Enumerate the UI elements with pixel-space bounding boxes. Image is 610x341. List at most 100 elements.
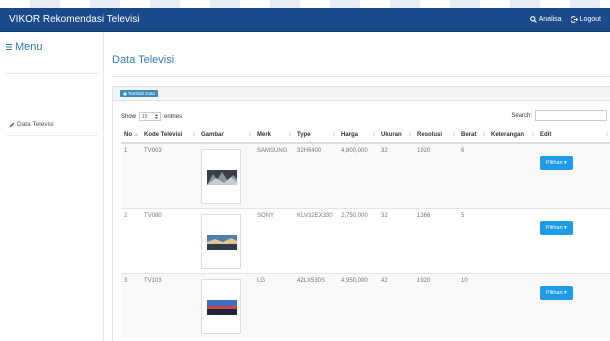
cell-keterangan	[488, 272, 537, 338]
tv-image	[201, 278, 241, 334]
cell-type: KLV32EX330	[294, 207, 338, 273]
menu-divider	[6, 73, 98, 74]
cell-kode: TV103	[141, 272, 198, 338]
pilihan-button[interactable]: Pilihan ▾	[540, 220, 573, 235]
cell-no: 2	[121, 207, 141, 273]
col-type[interactable]: Type ⇕	[294, 127, 338, 144]
pencil-icon	[9, 122, 15, 127]
add-data-label: Tambah Data	[128, 91, 155, 96]
analisa-label: Analisa	[538, 16, 562, 23]
sidebar-item-label: Data Televisi	[17, 121, 54, 128]
sort-icon: ⇕	[371, 132, 376, 138]
cell-berat: 6	[458, 142, 488, 208]
cell-berat: 10	[458, 272, 488, 338]
table-row: 2 TV080 SONY KLV32EX330 2,750,000 32 136…	[121, 207, 610, 273]
cell-no: 1	[121, 142, 141, 208]
search-input[interactable]	[535, 110, 607, 121]
sort-icon: ⇕	[331, 132, 336, 138]
col-resolusi[interactable]: Resolusi ⇕	[414, 127, 458, 144]
cell-keterangan	[488, 142, 537, 208]
col-gambar[interactable]: Gambar ⇕	[198, 127, 254, 144]
sort-icon: ⇕	[481, 132, 486, 138]
entries-select[interactable]: 10	[139, 112, 162, 121]
cell-no: 3	[121, 272, 141, 338]
sort-icon: ⇕	[407, 132, 412, 138]
logout-icon	[570, 16, 578, 23]
cell-berat: 5	[458, 207, 488, 273]
entries-label: entries	[164, 113, 183, 120]
brand-title[interactable]: VIKOR Rekomendasi Televisi	[0, 14, 530, 25]
sort-icon: ⇕	[451, 132, 456, 138]
logout-link[interactable]: Logout	[570, 16, 601, 23]
cell-edit: Pilihan ▾	[537, 142, 610, 208]
search-label: Search:	[511, 112, 532, 119]
sidebar: Menu Data Televisi	[0, 32, 104, 341]
cell-keterangan	[488, 207, 537, 273]
cell-edit: Pilihan ▾	[537, 207, 610, 273]
menu-title: Menu	[15, 41, 43, 53]
cell-ukuran: 42	[378, 272, 414, 338]
col-berat[interactable]: Berat ⇕	[458, 127, 488, 144]
cell-harga: 2,750,000	[338, 207, 378, 273]
search-control: Search:	[511, 110, 607, 121]
col-merk[interactable]: Merk ⇕	[254, 127, 294, 144]
add-data-button[interactable]: Tambah Data	[120, 90, 158, 97]
top-navbar: VIKOR Rekomendasi Televisi Analisa Logou…	[0, 8, 610, 32]
table-header-row: No ▲ Kode Televisi ⇕ Gambar ⇕ Merk ⇕ Type ⇕ H…	[121, 127, 610, 144]
sort-icon: ⇕	[530, 132, 535, 138]
sort-icon: ⇕	[247, 132, 252, 138]
col-harga[interactable]: Harga ⇕	[338, 127, 378, 144]
top-background-strip	[0, 0, 610, 8]
televisi-table: No ▲ Kode Televisi ⇕ Gambar ⇕ Merk ⇕ Type ⇕ H…	[121, 127, 610, 338]
table-controls: Show 10 entries Search:	[121, 110, 607, 122]
cell-type: 42LX530S	[294, 272, 338, 338]
tv-image	[201, 213, 241, 269]
entries-value: 10	[142, 113, 148, 120]
cell-harga: 4,800,000	[338, 142, 378, 208]
cell-type: 32H6400	[294, 142, 338, 208]
panel-header: Tambah Data	[113, 87, 610, 101]
cell-merk: SONY	[254, 207, 294, 273]
sort-icon: ⇕	[191, 132, 196, 138]
cell-resolusi: 1920	[414, 142, 458, 208]
cell-merk: LG	[254, 272, 294, 338]
cell-ukuran: 32	[378, 207, 414, 273]
col-ukuran[interactable]: Ukuran ⇕	[378, 127, 414, 144]
col-keterangan[interactable]: Keterangan ⇕	[488, 127, 537, 144]
col-no[interactable]: No ▲	[121, 127, 141, 144]
cell-gambar	[198, 207, 254, 273]
sort-icon: ⇕	[604, 132, 609, 138]
title-divider	[112, 76, 610, 77]
data-panel: Tambah Data Show 10 entries Search: No▲	[112, 86, 610, 341]
col-edit[interactable]: Edit ⇕	[537, 127, 610, 144]
sort-icon: ▲	[134, 132, 139, 138]
tv-image	[201, 149, 241, 204]
cell-kode: TV080	[141, 207, 198, 273]
select-arrows-icon	[155, 114, 159, 119]
cell-resolusi: 1366	[414, 207, 458, 273]
cell-edit: Pilihan ▾	[537, 272, 610, 338]
sidebar-divider	[6, 135, 98, 136]
menu-header: Menu	[0, 32, 103, 68]
sort-icon: ⇕	[287, 132, 292, 138]
cell-gambar	[198, 142, 254, 208]
main-content: Data Televisi Tambah Data Show 10 entrie…	[104, 32, 610, 341]
page-title: Data Televisi	[112, 54, 175, 66]
table-row: 1 TV003 SAMSUNG 32H6400 4,800,000 32 192…	[121, 142, 610, 208]
analisa-link[interactable]: Analisa	[529, 16, 562, 23]
cell-resolusi: 1920	[414, 272, 458, 338]
plus-icon	[123, 91, 127, 96]
show-label: Show	[121, 113, 137, 120]
entries-control: Show 10 entries	[121, 112, 182, 121]
cell-merk: SAMSUNG	[254, 142, 294, 208]
pilihan-button[interactable]: Pilihan ▾	[540, 285, 573, 300]
cell-kode: TV003	[141, 142, 198, 208]
table-row: 3 TV103 LG 42LX530S 4,950,000 42 1920 10…	[121, 272, 610, 338]
cell-harga: 4,950,000	[338, 272, 378, 338]
search-icon	[529, 16, 537, 23]
cell-ukuran: 32	[378, 142, 414, 208]
col-kode-televisi[interactable]: Kode Televisi ⇕	[141, 127, 198, 144]
sidebar-item-data-televisi[interactable]: Data Televisi	[9, 121, 54, 128]
pilihan-button[interactable]: Pilihan ▾	[540, 156, 573, 170]
cell-gambar	[198, 272, 254, 338]
